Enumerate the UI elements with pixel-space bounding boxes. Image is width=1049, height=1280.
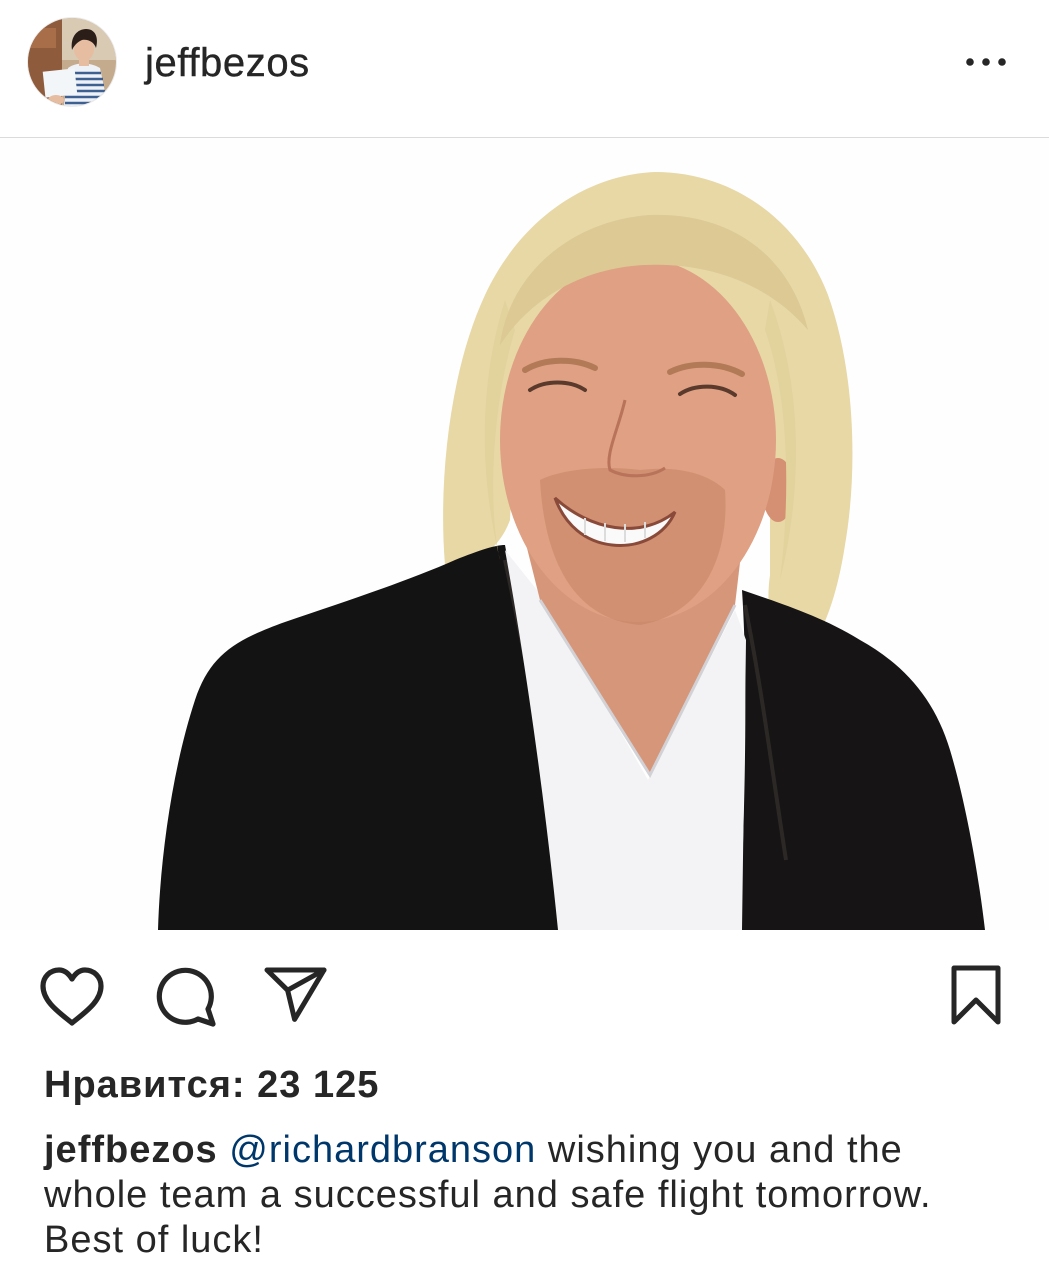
like-button[interactable] bbox=[38, 966, 106, 1028]
avatar-paper bbox=[42, 68, 78, 98]
post-header: jeffbezos bbox=[0, 0, 1049, 138]
paper-plane-icon bbox=[264, 967, 327, 1022]
caption-username[interactable]: jeffbezos bbox=[44, 1129, 218, 1171]
avatar[interactable] bbox=[28, 18, 116, 106]
share-button[interactable] bbox=[262, 966, 328, 1026]
more-dot bbox=[998, 58, 1006, 66]
heart-outline bbox=[40, 967, 104, 1026]
more-dot bbox=[982, 58, 990, 66]
likes-number: 23 125 bbox=[257, 1064, 380, 1106]
more-dots-icon bbox=[966, 58, 1006, 66]
likes-label: Нравится: bbox=[44, 1064, 246, 1106]
post-photo-image bbox=[0, 138, 1049, 930]
comment-outline bbox=[156, 967, 216, 1027]
post-author-username[interactable]: jeffbezos bbox=[145, 43, 310, 83]
comment-icon bbox=[156, 967, 216, 1027]
save-button[interactable] bbox=[946, 964, 1006, 1026]
avatar-hand bbox=[48, 95, 64, 105]
heart-icon bbox=[40, 967, 104, 1026]
bookmark-icon bbox=[951, 965, 1001, 1025]
avatar-box bbox=[30, 28, 56, 48]
likes-count[interactable]: Нравится: 23 125 bbox=[44, 1063, 379, 1108]
more-dot bbox=[966, 58, 974, 66]
post-photo[interactable] bbox=[0, 138, 1049, 930]
comment-button[interactable] bbox=[153, 966, 219, 1028]
caption-mention[interactable]: @richardbranson bbox=[229, 1129, 536, 1171]
bookmark-outline bbox=[951, 965, 1001, 1025]
post-caption: jeffbezos @richardbranson wishing you an… bbox=[44, 1128, 984, 1263]
avatar-photo bbox=[28, 18, 116, 106]
more-options-button[interactable] bbox=[958, 48, 1014, 76]
